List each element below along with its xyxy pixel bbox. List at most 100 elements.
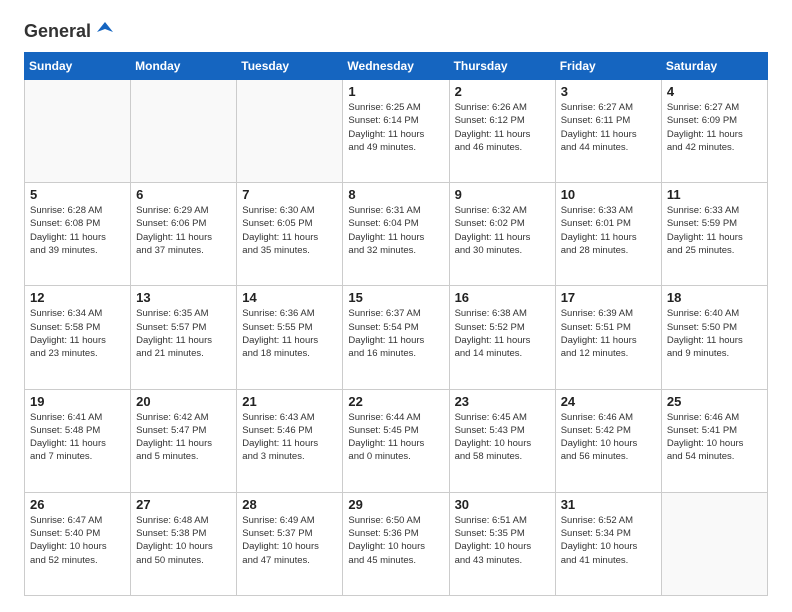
day-info: Sunrise: 6:37 AM Sunset: 5:54 PM Dayligh… <box>348 307 443 360</box>
day-info: Sunrise: 6:33 AM Sunset: 6:01 PM Dayligh… <box>561 204 656 257</box>
calendar-cell: 17 Sunrise: 6:39 AM Sunset: 5:51 PM Dayli… <box>555 286 661 389</box>
day-number: 20 <box>136 394 231 409</box>
calendar-cell <box>131 80 237 183</box>
day-number: 22 <box>348 394 443 409</box>
day-info: Sunrise: 6:33 AM Sunset: 5:59 PM Dayligh… <box>667 204 762 257</box>
week-row-5: 26 Sunrise: 6:47 AM Sunset: 5:40 PM Dayli… <box>25 492 768 595</box>
week-row-3: 12 Sunrise: 6:34 AM Sunset: 5:58 PM Dayli… <box>25 286 768 389</box>
day-number: 23 <box>455 394 550 409</box>
day-info: Sunrise: 6:30 AM Sunset: 6:05 PM Dayligh… <box>242 204 337 257</box>
day-number: 14 <box>242 290 337 305</box>
day-info: Sunrise: 6:41 AM Sunset: 5:48 PM Dayligh… <box>30 411 125 464</box>
day-info: Sunrise: 6:46 AM Sunset: 5:41 PM Dayligh… <box>667 411 762 464</box>
calendar-cell: 12 Sunrise: 6:34 AM Sunset: 5:58 PM Dayli… <box>25 286 131 389</box>
day-number: 26 <box>30 497 125 512</box>
day-number: 3 <box>561 84 656 99</box>
calendar-cell: 19 Sunrise: 6:41 AM Sunset: 5:48 PM Dayli… <box>25 389 131 492</box>
day-number: 9 <box>455 187 550 202</box>
calendar-cell: 28 Sunrise: 6:49 AM Sunset: 5:37 PM Dayli… <box>237 492 343 595</box>
calendar-cell: 8 Sunrise: 6:31 AM Sunset: 6:04 PM Daylig… <box>343 183 449 286</box>
header: General <box>24 20 768 40</box>
day-info: Sunrise: 6:27 AM Sunset: 6:09 PM Dayligh… <box>667 101 762 154</box>
calendar-cell: 30Sunrise: 6:51 AM Sunset: 5:35 PM Dayli… <box>449 492 555 595</box>
day-info: Sunrise: 6:48 AM Sunset: 5:38 PM Dayligh… <box>136 514 231 567</box>
logo-general: General <box>24 21 91 42</box>
calendar-cell: 9 Sunrise: 6:32 AM Sunset: 6:02 PM Daylig… <box>449 183 555 286</box>
day-info: Sunrise: 6:25 AM Sunset: 6:14 PM Dayligh… <box>348 101 443 154</box>
day-info: Sunrise: 6:31 AM Sunset: 6:04 PM Dayligh… <box>348 204 443 257</box>
calendar-cell: 1 Sunrise: 6:25 AM Sunset: 6:14 PM Daylig… <box>343 80 449 183</box>
calendar-cell: 20 Sunrise: 6:42 AM Sunset: 5:47 PM Dayli… <box>131 389 237 492</box>
day-number: 15 <box>348 290 443 305</box>
calendar-cell: 22 Sunrise: 6:44 AM Sunset: 5:45 PM Dayli… <box>343 389 449 492</box>
day-number: 28 <box>242 497 337 512</box>
day-info: Sunrise: 6:43 AM Sunset: 5:46 PM Dayligh… <box>242 411 337 464</box>
calendar-table: SundayMondayTuesdayWednesdayThursdayFrid… <box>24 52 768 596</box>
weekday-header-sunday: Sunday <box>25 53 131 80</box>
calendar-cell: 7Sunrise: 6:30 AM Sunset: 6:05 PM Daylig… <box>237 183 343 286</box>
calendar-cell: 15 Sunrise: 6:37 AM Sunset: 5:54 PM Dayli… <box>343 286 449 389</box>
calendar-cell: 10 Sunrise: 6:33 AM Sunset: 6:01 PM Dayli… <box>555 183 661 286</box>
calendar-cell: 26 Sunrise: 6:47 AM Sunset: 5:40 PM Dayli… <box>25 492 131 595</box>
calendar-cell: 3 Sunrise: 6:27 AM Sunset: 6:11 PM Daylig… <box>555 80 661 183</box>
day-info: Sunrise: 6:47 AM Sunset: 5:40 PM Dayligh… <box>30 514 125 567</box>
calendar-cell: 11 Sunrise: 6:33 AM Sunset: 5:59 PM Dayli… <box>661 183 767 286</box>
day-info: Sunrise: 6:32 AM Sunset: 6:02 PM Dayligh… <box>455 204 550 257</box>
calendar-cell: 16Sunrise: 6:38 AM Sunset: 5:52 PM Dayli… <box>449 286 555 389</box>
day-number: 24 <box>561 394 656 409</box>
day-number: 5 <box>30 187 125 202</box>
day-number: 11 <box>667 187 762 202</box>
day-number: 25 <box>667 394 762 409</box>
day-info: Sunrise: 6:35 AM Sunset: 5:57 PM Dayligh… <box>136 307 231 360</box>
calendar-cell: 14 Sunrise: 6:36 AM Sunset: 5:55 PM Dayli… <box>237 286 343 389</box>
day-number: 17 <box>561 290 656 305</box>
day-info: Sunrise: 6:44 AM Sunset: 5:45 PM Dayligh… <box>348 411 443 464</box>
calendar-cell: 2 Sunrise: 6:26 AM Sunset: 6:12 PM Daylig… <box>449 80 555 183</box>
logo: General <box>24 20 117 40</box>
calendar-cell: 29Sunrise: 6:50 AM Sunset: 5:36 PM Dayli… <box>343 492 449 595</box>
day-number: 19 <box>30 394 125 409</box>
day-info: Sunrise: 6:39 AM Sunset: 5:51 PM Dayligh… <box>561 307 656 360</box>
day-number: 2 <box>455 84 550 99</box>
day-info: Sunrise: 6:26 AM Sunset: 6:12 PM Dayligh… <box>455 101 550 154</box>
day-number: 1 <box>348 84 443 99</box>
day-number: 21 <box>242 394 337 409</box>
day-number: 12 <box>30 290 125 305</box>
weekday-header-row: SundayMondayTuesdayWednesdayThursdayFrid… <box>25 53 768 80</box>
day-number: 4 <box>667 84 762 99</box>
day-info: Sunrise: 6:36 AM Sunset: 5:55 PM Dayligh… <box>242 307 337 360</box>
calendar-cell: 24Sunrise: 6:46 AM Sunset: 5:42 PM Dayli… <box>555 389 661 492</box>
day-info: Sunrise: 6:42 AM Sunset: 5:47 PM Dayligh… <box>136 411 231 464</box>
day-number: 10 <box>561 187 656 202</box>
weekday-header-saturday: Saturday <box>661 53 767 80</box>
calendar-cell: 6 Sunrise: 6:29 AM Sunset: 6:06 PM Daylig… <box>131 183 237 286</box>
weekday-header-thursday: Thursday <box>449 53 555 80</box>
week-row-1: 1 Sunrise: 6:25 AM Sunset: 6:14 PM Daylig… <box>25 80 768 183</box>
day-info: Sunrise: 6:27 AM Sunset: 6:11 PM Dayligh… <box>561 101 656 154</box>
day-info: Sunrise: 6:34 AM Sunset: 5:58 PM Dayligh… <box>30 307 125 360</box>
day-number: 13 <box>136 290 231 305</box>
logo-icon <box>93 18 117 42</box>
calendar-cell: 23 Sunrise: 6:45 AM Sunset: 5:43 PM Dayli… <box>449 389 555 492</box>
calendar-page: General SundayMondayTuesdayWednesdayThur… <box>0 0 792 612</box>
weekday-header-tuesday: Tuesday <box>237 53 343 80</box>
day-number: 6 <box>136 187 231 202</box>
day-info: Sunrise: 6:45 AM Sunset: 5:43 PM Dayligh… <box>455 411 550 464</box>
day-info: Sunrise: 6:38 AM Sunset: 5:52 PM Dayligh… <box>455 307 550 360</box>
week-row-2: 5Sunrise: 6:28 AM Sunset: 6:08 PM Daylig… <box>25 183 768 286</box>
weekday-header-monday: Monday <box>131 53 237 80</box>
day-info: Sunrise: 6:49 AM Sunset: 5:37 PM Dayligh… <box>242 514 337 567</box>
calendar-cell: 31Sunrise: 6:52 AM Sunset: 5:34 PM Dayli… <box>555 492 661 595</box>
weekday-header-wednesday: Wednesday <box>343 53 449 80</box>
calendar-cell <box>237 80 343 183</box>
calendar-cell: 21 Sunrise: 6:43 AM Sunset: 5:46 PM Dayli… <box>237 389 343 492</box>
calendar-cell: 13 Sunrise: 6:35 AM Sunset: 5:57 PM Dayli… <box>131 286 237 389</box>
day-number: 31 <box>561 497 656 512</box>
day-number: 8 <box>348 187 443 202</box>
calendar-cell: 18Sunrise: 6:40 AM Sunset: 5:50 PM Dayli… <box>661 286 767 389</box>
day-info: Sunrise: 6:50 AM Sunset: 5:36 PM Dayligh… <box>348 514 443 567</box>
day-info: Sunrise: 6:29 AM Sunset: 6:06 PM Dayligh… <box>136 204 231 257</box>
calendar-cell <box>25 80 131 183</box>
week-row-4: 19 Sunrise: 6:41 AM Sunset: 5:48 PM Dayli… <box>25 389 768 492</box>
day-number: 18 <box>667 290 762 305</box>
